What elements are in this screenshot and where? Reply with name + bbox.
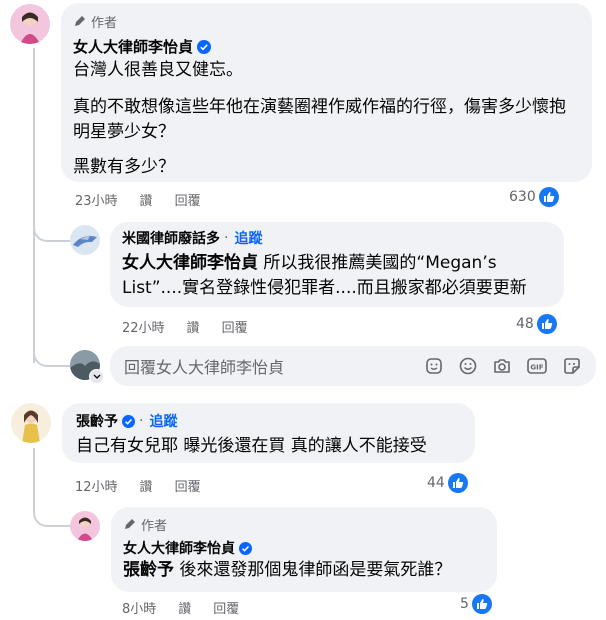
emoji-icon[interactable] — [458, 356, 478, 376]
reply-input[interactable]: 回覆女人大律師李怡貞 GIF — [110, 346, 596, 386]
comment-text: 黑數有多少？ — [73, 157, 175, 177]
comment-text: List”....實名登錄性侵犯罪者....而且搬家都必須要更新 — [122, 278, 527, 298]
reply-action[interactable]: 回覆 — [213, 598, 239, 617]
avatar[interactable] — [10, 4, 50, 44]
separator-dot: · — [139, 413, 144, 429]
avatar[interactable] — [70, 511, 100, 541]
thumbs-up-icon — [538, 187, 559, 207]
sticker-icon[interactable] — [562, 356, 582, 376]
reply-action[interactable]: 回覆 — [222, 317, 248, 336]
comment-time[interactable]: 12小時 — [75, 476, 118, 495]
like-count: 48 — [516, 316, 534, 332]
reaction-count[interactable]: 44 — [427, 473, 468, 493]
avatar[interactable] — [70, 225, 100, 255]
like-count: 44 — [427, 475, 445, 491]
like-action[interactable]: 讚 — [187, 317, 200, 336]
avatar[interactable] — [11, 403, 51, 443]
verified-badge-icon — [122, 414, 135, 428]
like-action[interactable]: 讚 — [178, 598, 191, 617]
comment-text: 台灣人很善良又健忘。 — [73, 60, 243, 80]
reaction-count[interactable]: 48 — [516, 314, 557, 334]
author-badge-label: 作者 — [91, 15, 118, 31]
commenter-name[interactable]: 女人大律師李怡貞 — [73, 36, 193, 57]
pen-icon — [125, 519, 135, 529]
comment-time[interactable]: 8小時 — [122, 598, 156, 617]
like-count: 5 — [460, 596, 469, 612]
author-badge-label: 作者 — [141, 518, 168, 534]
camera-icon[interactable] — [492, 356, 512, 376]
comment-bubble: 米國律師廢話多 · 追蹤 女人大律師李怡貞 所以我很推薦美國的“Megan’s … — [110, 222, 564, 307]
comment-time[interactable]: 22小時 — [122, 317, 165, 336]
verified-badge-icon — [197, 39, 212, 54]
reaction-count[interactable]: 630 — [509, 187, 559, 207]
comment-time[interactable]: 23小時 — [75, 190, 118, 209]
reaction-count[interactable]: 5 — [460, 594, 492, 614]
author-badge: 作者 — [73, 11, 580, 31]
thread-connector — [33, 345, 71, 367]
like-count: 630 — [509, 189, 536, 205]
reply-placeholder: 回覆女人大律師李怡貞 — [124, 358, 285, 377]
tagged-user[interactable]: 張齡予 — [123, 560, 174, 580]
thumbs-up-icon — [471, 594, 492, 614]
comment-text: 所以我很推薦美國的“Megan’s — [263, 253, 497, 273]
gif-icon[interactable]: GIF — [526, 356, 548, 376]
commenter-name[interactable]: 張齡予 — [76, 411, 118, 431]
comment-text: 真的不敢想像這些年他在演藝圈裡作威作福的行徑，傷害多少懷抱明星夢少女？ — [73, 97, 566, 142]
svg-text:GIF: GIF — [530, 364, 543, 372]
author-badge: 作者 — [123, 514, 485, 534]
comment-text: 後來還發那個鬼律師函是要氣死誰？ — [179, 560, 452, 580]
comment-bubble: 作者 女人大律師李怡貞 台灣人很善良又健忘。 真的不敢想像這些年他在演藝圈裡作威… — [61, 3, 592, 182]
thumbs-up-icon — [536, 314, 557, 334]
comment-bubble: 作者 女人大律師李怡貞 張齡予 後來還發那個鬼律師函是要氣死誰？ — [111, 507, 497, 592]
like-action[interactable]: 讚 — [140, 190, 153, 209]
sticker-face-icon[interactable] — [424, 356, 444, 376]
thread-connector — [33, 220, 71, 242]
follow-button[interactable]: 追蹤 — [234, 228, 262, 248]
avatar-dropdown-icon[interactable] — [89, 369, 104, 384]
thread-line — [33, 48, 35, 363]
follow-button[interactable]: 追蹤 — [149, 411, 177, 431]
reply-action[interactable]: 回覆 — [175, 190, 201, 209]
pen-icon — [75, 16, 85, 26]
commenter-name[interactable]: 米國律師廢話多 — [122, 228, 220, 248]
comment-bubble: 張齡予 · 追蹤 自己有女兒耶 曝光後還在買 真的讓人不能接受 — [62, 403, 475, 463]
like-action[interactable]: 讚 — [140, 476, 153, 495]
verified-badge-icon — [239, 541, 252, 555]
thread-connector — [33, 505, 71, 527]
comment-text: 自己有女兒耶 曝光後還在買 真的讓人不能接受 — [76, 436, 427, 456]
tagged-user[interactable]: 女人大律師李怡貞 — [122, 253, 258, 273]
reply-action[interactable]: 回覆 — [175, 476, 201, 495]
thread-line — [33, 448, 35, 508]
separator-dot: · — [224, 230, 229, 246]
commenter-name[interactable]: 女人大律師李怡貞 — [123, 538, 235, 558]
thumbs-up-icon — [447, 473, 468, 493]
